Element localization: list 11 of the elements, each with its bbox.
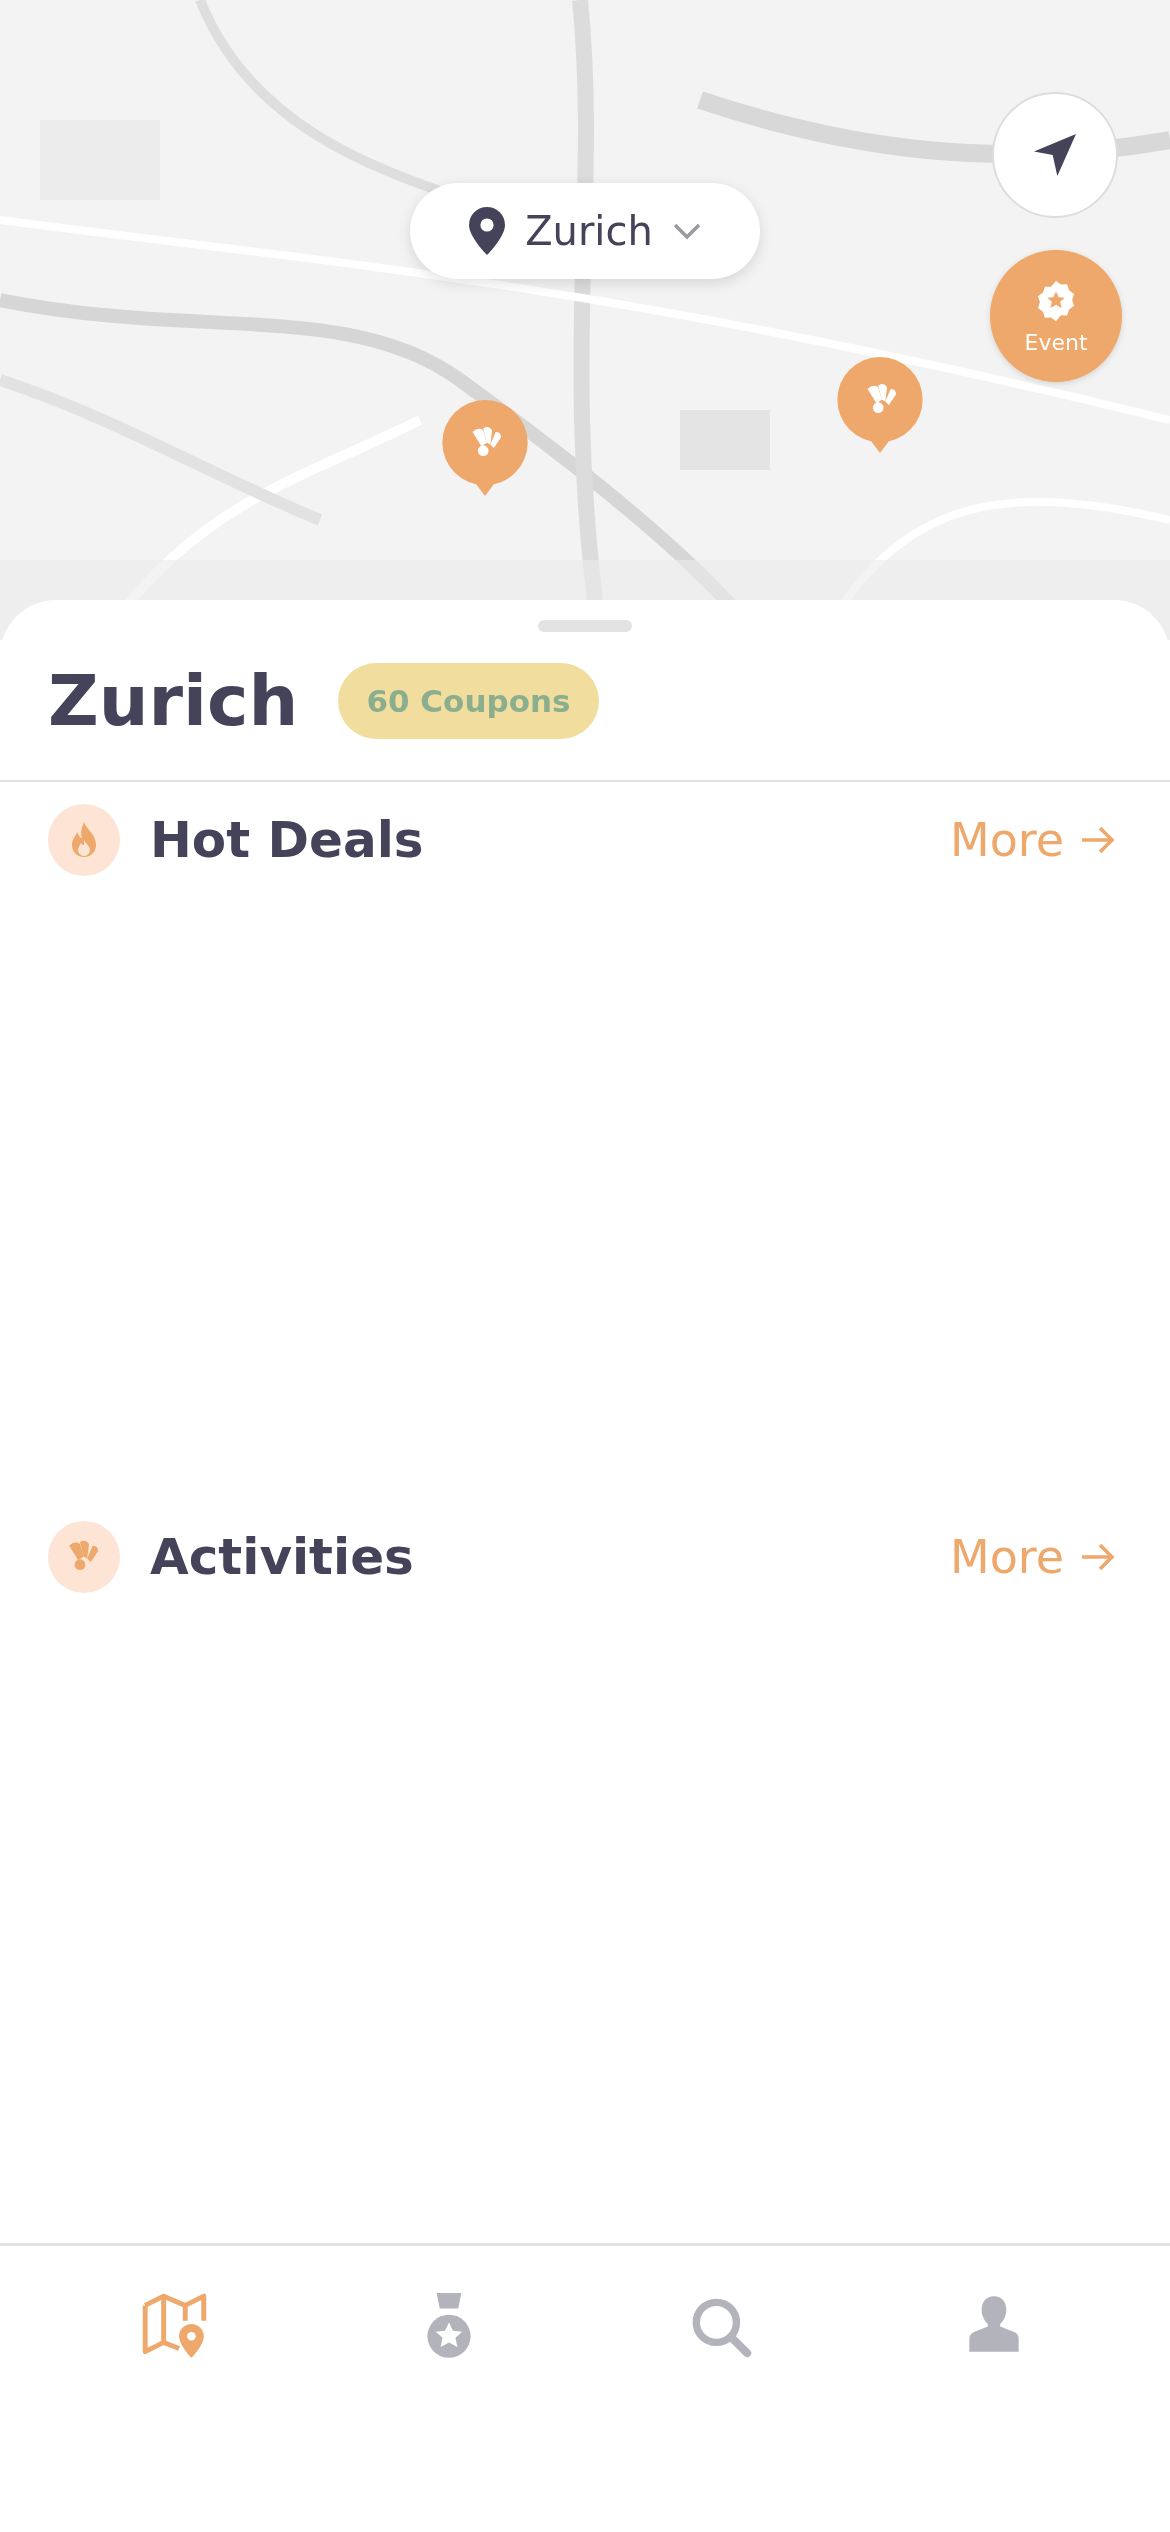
more-link[interactable]: More xyxy=(949,813,1118,867)
more-link[interactable]: More xyxy=(949,1530,1118,1584)
location-picker[interactable]: Zurich xyxy=(410,183,760,279)
flame-icon xyxy=(48,804,120,876)
city-title: Zurich xyxy=(48,660,299,742)
section-title: Activities xyxy=(150,1528,415,1586)
section-title: Hot Deals xyxy=(150,811,425,869)
drag-handle[interactable] xyxy=(538,620,632,632)
shuttlecock-icon xyxy=(48,1521,120,1593)
location-pin-icon xyxy=(467,207,508,255)
coupon-count-badge: 60 Coupons xyxy=(338,663,599,739)
